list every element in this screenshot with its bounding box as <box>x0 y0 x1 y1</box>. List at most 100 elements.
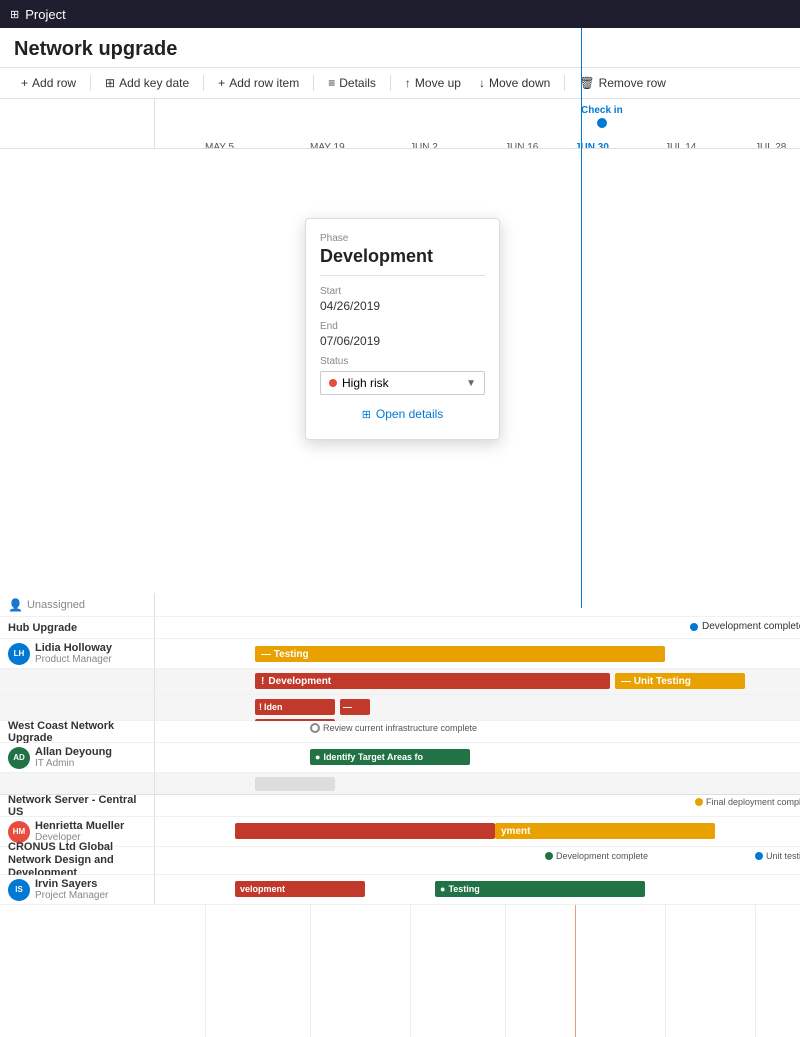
gantt-body: 👤 Unassigned Hub Upgrade Development com… <box>0 593 800 1037</box>
unassigned-label-cell: 👤 Unassigned <box>0 593 155 616</box>
checkin-marker: Check in <box>581 105 623 128</box>
west-coast-header-row: West Coast Network Upgrade Review curren… <box>0 721 800 743</box>
identify-label: Identify Target Areas fo <box>323 752 423 762</box>
development-bar[interactable]: ! Development <box>255 673 610 689</box>
netserver-red-bar[interactable] <box>235 823 495 839</box>
hub-upgrade-title: Hub Upgrade <box>8 622 77 634</box>
popup-start-label: Start <box>320 286 485 297</box>
unit-testing-bar[interactable]: — Unit Testing <box>615 673 745 689</box>
irvin-info: Irvin Sayers Project Manager <box>35 878 108 901</box>
popup-end-value: 07/06/2019 <box>320 334 485 348</box>
toolbar-sep-3 <box>313 75 314 91</box>
identify-dot: ● <box>315 752 320 762</box>
west-coast-bar-row <box>0 773 800 795</box>
irvin-name: Irvin Sayers <box>35 878 108 890</box>
unassigned-bars <box>155 593 800 616</box>
open-details-button[interactable]: ⊞ Open details <box>320 403 485 425</box>
details-icon: ≡ <box>328 76 335 90</box>
date-jun2: JUN 2 <box>410 142 438 149</box>
popup-start-section: Start 04/26/2019 <box>320 286 485 313</box>
checkin-dot <box>597 118 607 128</box>
app-title: Project <box>25 7 65 22</box>
toolbar-sep-4 <box>390 75 391 91</box>
lidia-avatar: LH <box>8 643 30 665</box>
dev-bar-label: Development <box>268 676 331 687</box>
remove-row-button[interactable]: 🗑 Remove row <box>572 73 673 93</box>
west-coast-milestone: Review current infrastructure complete <box>310 723 477 733</box>
cronus-header-row: CRONUS Ltd Global Network Design and Dev… <box>0 847 800 875</box>
cronus-person-row: IS Irvin Sayers Project Manager velopmen… <box>0 875 800 905</box>
milestone-label: Development complete <box>702 621 800 632</box>
hub-iden-bars: ! Iden — ! Dev <box>155 695 800 720</box>
popup-status-select[interactable]: High risk ▼ <box>320 371 485 395</box>
mini-red-bar[interactable]: — <box>340 699 370 715</box>
dropdown-chevron: ▼ <box>466 378 476 389</box>
open-details-label: Open details <box>376 407 443 421</box>
cronus-testing-label: Testing <box>448 884 479 894</box>
cronus-dev-bar[interactable]: velopment <box>235 881 365 897</box>
west-coast-title: West Coast Network Upgrade <box>8 720 146 744</box>
allan-name: Allan Deyoung <box>35 746 112 758</box>
henrietta-info: Henrietta Mueller Developer <box>35 820 124 843</box>
popup-status-section: Status High risk ▼ <box>320 356 485 395</box>
iden-bar[interactable]: ! Iden <box>255 699 335 715</box>
person-icon: 👤 <box>8 598 23 612</box>
page-header: Network upgrade <box>0 28 800 68</box>
cronus-dev-label: Development complete <box>556 851 648 861</box>
allan-info: Allan Deyoung IT Admin <box>35 746 112 769</box>
testing-bar-label: — Testing <box>261 649 309 660</box>
unassigned-text: Unassigned <box>27 599 85 611</box>
open-details-icon: ⊞ <box>362 408 371 421</box>
move-up-button[interactable]: ↑ Move up <box>398 73 468 93</box>
date-jun30: JUN 30 <box>575 142 609 149</box>
up-icon: ↑ <box>405 76 411 90</box>
unit-testing-label: — Unit Testing <box>621 676 691 687</box>
hub-dev-bars: ! Development — Unit Testing <box>155 669 800 694</box>
lidia-role: Product Manager <box>35 654 112 665</box>
down-icon: ↓ <box>479 76 485 90</box>
netserver-orange-bar[interactable]: yment <box>495 823 715 839</box>
add-row-item-button[interactable]: + Add row item <box>211 73 306 93</box>
cronus-label: CRONUS Ltd Global Network Design and Dev… <box>0 847 155 874</box>
page-title: Network upgrade <box>14 38 786 61</box>
add-key-date-button[interactable]: ⊞ Add key date <box>98 73 196 93</box>
allan-label: AD Allan Deyoung IT Admin <box>0 743 155 772</box>
mini-bar-label: — <box>343 702 352 712</box>
netserver-header-bars: Final deployment complete <box>155 795 800 816</box>
west-empty-bar[interactable] <box>255 777 335 791</box>
popup-status-label: Status <box>320 356 485 367</box>
cronus-testing-bar[interactable]: ● Testing <box>435 881 645 897</box>
lidia-bars: — Testing <box>155 639 800 668</box>
hub-dev-bar-row: ! Development — Unit Testing <box>0 669 800 695</box>
popup-status-value: High risk <box>342 376 389 390</box>
west-coast-label: West Coast Network Upgrade <box>0 721 155 742</box>
testing-bar[interactable]: — Testing <box>255 646 665 662</box>
move-down-button[interactable]: ↓ Move down <box>472 73 557 93</box>
hub-dev-label-col <box>0 669 155 694</box>
date-jul14: JUL 14 <box>665 142 696 149</box>
status-select-inner: High risk <box>329 376 389 390</box>
irvin-label: IS Irvin Sayers Project Manager <box>0 875 155 904</box>
west-coast-header-bars: Review current infrastructure complete <box>155 721 800 742</box>
checkin-label: Check in <box>581 105 623 116</box>
toolbar-sep-1 <box>90 75 91 91</box>
netserver-title: Network Server - Central US <box>8 794 146 818</box>
netserver-label: Network Server - Central US <box>0 795 155 816</box>
milestone-circle <box>310 723 320 733</box>
lidia-label: LH Lidia Holloway Product Manager <box>0 639 155 668</box>
allan-bars: ● Identify Target Areas fo <box>155 743 800 772</box>
popup-end-label: End <box>320 321 485 332</box>
cronus-unit-label: Unit testing complete <box>766 851 800 861</box>
iden-bar-label: Iden <box>264 702 283 712</box>
identify-bar[interactable]: ● Identify Target Areas fo <box>310 749 470 765</box>
add-row-button[interactable]: + Add row <box>14 73 83 93</box>
cronus-testing-dot: ● <box>440 884 445 894</box>
final-deploy-dot <box>695 798 703 806</box>
henrietta-bars: yment <box>155 817 800 846</box>
deploy-bar-label: yment <box>501 826 530 837</box>
popup-section-label: Phase <box>320 233 485 244</box>
toolbar: + Add row ⊞ Add key date + Add row item … <box>0 68 800 99</box>
hub-upgrade-header-row: Hub Upgrade Development complete <box>0 617 800 639</box>
details-button[interactable]: ≡ Details <box>321 73 383 93</box>
date-jul28: JUL 28 <box>755 142 786 149</box>
